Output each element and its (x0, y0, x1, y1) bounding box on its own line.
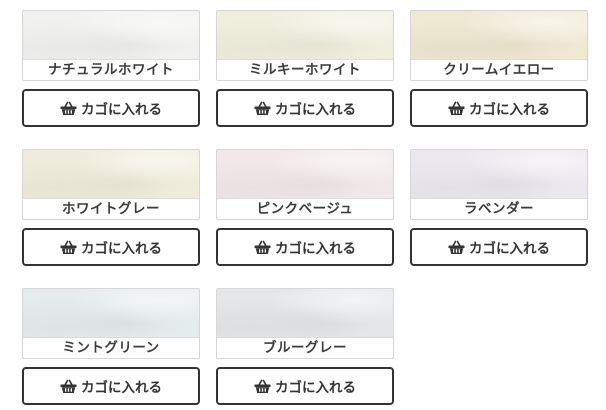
color-name: ラベンダー (464, 201, 534, 217)
basket-icon (60, 101, 77, 116)
product-grid: ナチュラルホワイト カゴに入れる ミルキーホワイト カゴに入れる クリームイエロ… (22, 10, 588, 405)
add-to-cart-label: カゴに入れる (81, 380, 162, 396)
color-name: クリームイエロー (443, 62, 555, 78)
color-swatch (23, 150, 199, 199)
product-item: ブルーグレー カゴに入れる (216, 288, 394, 405)
basket-icon (254, 379, 271, 394)
add-to-cart-button[interactable]: カゴに入れる (22, 228, 200, 266)
product-item: ラベンダー カゴに入れる (410, 149, 588, 266)
color-swatch-card[interactable]: ラベンダー (410, 149, 588, 220)
color-name: ピンクベージュ (256, 201, 354, 217)
color-swatch-card[interactable]: ホワイトグレー (22, 149, 200, 220)
add-to-cart-button[interactable]: カゴに入れる (410, 228, 588, 266)
color-swatch (217, 289, 393, 338)
add-to-cart-button[interactable]: カゴに入れる (216, 367, 394, 405)
add-to-cart-label: カゴに入れる (81, 241, 162, 257)
color-swatch-card[interactable]: ナチュラルホワイト (22, 10, 200, 81)
color-swatch-card[interactable]: ブルーグレー (216, 288, 394, 359)
add-to-cart-label: カゴに入れる (81, 102, 162, 118)
add-to-cart-label: カゴに入れる (275, 380, 356, 396)
add-to-cart-button[interactable]: カゴに入れる (22, 89, 200, 127)
color-swatch (23, 11, 199, 60)
color-name: ホワイトグレー (62, 201, 160, 217)
product-item: ミントグリーン カゴに入れる (22, 288, 200, 405)
color-swatch (411, 11, 587, 60)
add-to-cart-button[interactable]: カゴに入れる (216, 89, 394, 127)
color-swatch-card[interactable]: クリームイエロー (410, 10, 588, 81)
product-item: ナチュラルホワイト カゴに入れる (22, 10, 200, 127)
color-name: ナチュラルホワイト (48, 62, 174, 78)
add-to-cart-label: カゴに入れる (469, 102, 550, 118)
product-item: クリームイエロー カゴに入れる (410, 10, 588, 127)
color-swatch-card[interactable]: ミントグリーン (22, 288, 200, 359)
basket-icon (254, 101, 271, 116)
color-swatch-card[interactable]: ミルキーホワイト (216, 10, 394, 81)
add-to-cart-button[interactable]: カゴに入れる (22, 367, 200, 405)
basket-icon (254, 240, 271, 255)
basket-icon (448, 101, 465, 116)
color-swatch (217, 11, 393, 60)
product-item: ホワイトグレー カゴに入れる (22, 149, 200, 266)
basket-icon (60, 240, 77, 255)
color-name: ブルーグレー (263, 340, 347, 356)
color-swatch (23, 289, 199, 338)
color-swatch (411, 150, 587, 199)
product-item: ミルキーホワイト カゴに入れる (216, 10, 394, 127)
basket-icon (60, 379, 77, 394)
add-to-cart-button[interactable]: カゴに入れる (216, 228, 394, 266)
add-to-cart-label: カゴに入れる (275, 102, 356, 118)
add-to-cart-label: カゴに入れる (469, 241, 550, 257)
add-to-cart-label: カゴに入れる (275, 241, 356, 257)
color-name: ミルキーホワイト (249, 62, 361, 78)
color-swatch (217, 150, 393, 199)
basket-icon (448, 240, 465, 255)
product-item: ピンクベージュ カゴに入れる (216, 149, 394, 266)
add-to-cart-button[interactable]: カゴに入れる (410, 89, 588, 127)
color-name: ミントグリーン (62, 340, 160, 356)
color-swatch-card[interactable]: ピンクベージュ (216, 149, 394, 220)
